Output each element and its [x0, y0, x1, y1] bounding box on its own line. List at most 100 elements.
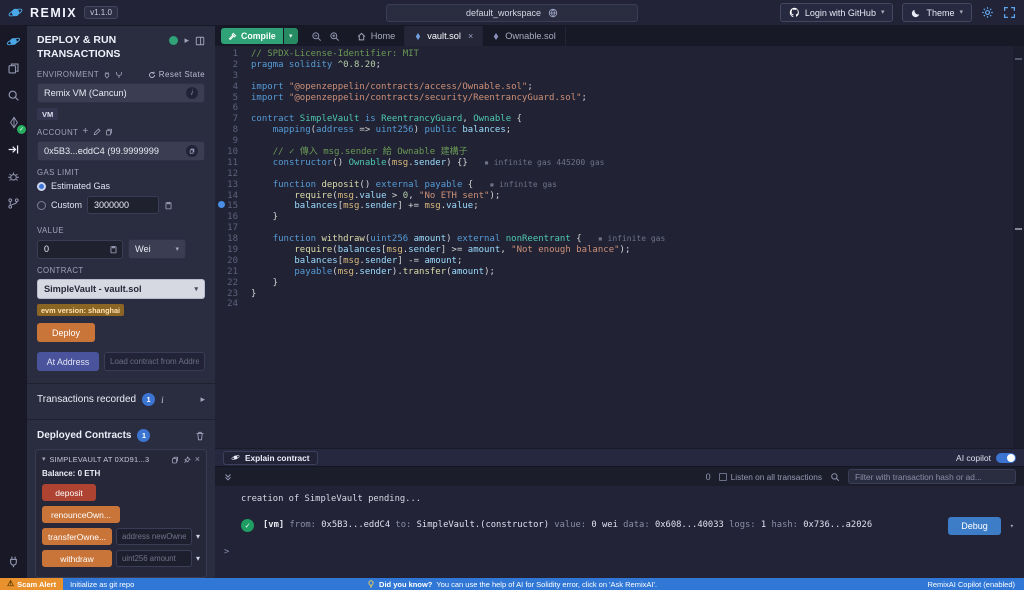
- debug-button[interactable]: Debug: [948, 517, 1001, 535]
- code-line[interactable]: 1// SPDX-License-Identifier: MIT: [215, 49, 1010, 60]
- code-line[interactable]: 3: [215, 71, 1010, 82]
- code-line[interactable]: 17: [215, 223, 1010, 234]
- copy-icon[interactable]: [171, 456, 179, 464]
- code-line[interactable]: 23}: [215, 289, 1010, 300]
- fn-transfer-ownership-button[interactable]: transferOwne...: [42, 528, 112, 546]
- settings-gear-icon[interactable]: [981, 6, 994, 19]
- workspace-selector[interactable]: default_workspace: [386, 3, 638, 22]
- plus-icon[interactable]: +: [82, 127, 88, 137]
- debugger-icon[interactable]: [5, 168, 22, 185]
- code-line[interactable]: 2 pragma solidity ^0.8.20;: [215, 60, 1010, 71]
- transactions-recorded-row[interactable]: Transactions recorded 1 i ▸: [27, 383, 215, 415]
- at-address-input[interactable]: [104, 352, 205, 372]
- expand-log-chevron-icon[interactable]: ▾: [1010, 522, 1014, 530]
- fn-withdraw-button[interactable]: withdraw: [42, 550, 112, 568]
- code-line[interactable]: 5 import "@openzeppelin/contracts/securit…: [215, 93, 1010, 104]
- collapse-chevron-icon[interactable]: ▾: [42, 456, 46, 463]
- value-unit-select[interactable]: Wei ▾: [128, 239, 186, 260]
- editor-scrollbar[interactable]: [1013, 46, 1024, 448]
- deploy-run-icon[interactable]: [5, 141, 22, 158]
- compile-button[interactable]: Compile: [221, 28, 283, 44]
- zoom-in-icon[interactable]: [329, 31, 340, 42]
- code-editor[interactable]: 1// SPDX-License-Identifier: MIT 2 pragma …: [215, 46, 1024, 448]
- code-line[interactable]: 22 }: [215, 278, 1010, 289]
- plug-icon[interactable]: [103, 71, 111, 79]
- explain-contract-button[interactable]: Explain contract: [223, 450, 318, 465]
- account-copy-icon[interactable]: [186, 145, 198, 158]
- fn-renounce-ownership-button[interactable]: renounceOwn...: [42, 506, 120, 524]
- gas-custom-option[interactable]: Custom: [37, 196, 205, 215]
- value-input[interactable]: [38, 244, 96, 255]
- tab-home[interactable]: Home: [348, 26, 406, 46]
- code-line[interactable]: 24: [215, 299, 1010, 310]
- scam-alert[interactable]: ⚠ Scam Alert: [0, 578, 64, 590]
- pin-icon[interactable]: [183, 456, 191, 464]
- contract-select[interactable]: SimpleVault - vault.sol ▾: [37, 279, 205, 300]
- gas-estimated-option[interactable]: Estimated Gas: [37, 181, 205, 191]
- terminal-prompt[interactable]: >: [215, 547, 1024, 557]
- environment-select[interactable]: Remix VM (Cancun) i: [37, 83, 205, 104]
- chevron-down-icon[interactable]: ▾: [196, 532, 200, 541]
- code-line[interactable]: 7 contract SimpleVault is ReentrancyGuard…: [215, 114, 1010, 125]
- transfer-ownership-arg-input[interactable]: [116, 528, 192, 546]
- code-line[interactable]: 18 function withdraw(uint256 amount) ext…: [215, 234, 1010, 245]
- code-line[interactable]: 8 mapping(address => uint256) public bal…: [215, 125, 1010, 136]
- git-init-button[interactable]: Initialize as git repo: [70, 580, 134, 589]
- ai-copilot-toggle[interactable]: [996, 452, 1016, 463]
- balance-label: Balance:: [42, 469, 76, 479]
- solidity-compiler-icon[interactable]: ✓: [5, 114, 26, 134]
- home-icon[interactable]: [5, 33, 22, 50]
- tab-ownable-sol[interactable]: Ownable.sol: [483, 26, 566, 46]
- code-line[interactable]: 9: [215, 136, 1010, 147]
- fork-icon[interactable]: [115, 71, 123, 79]
- gas-limit-input[interactable]: [87, 196, 160, 215]
- reset-state-button[interactable]: Reset State: [148, 70, 205, 79]
- chevron-right-icon[interactable]: ▸: [184, 36, 189, 45]
- breakpoint-dot[interactable]: [218, 201, 225, 208]
- layout-columns-icon[interactable]: [195, 36, 205, 46]
- expand-icon[interactable]: [1003, 6, 1016, 19]
- git-icon[interactable]: [5, 195, 22, 212]
- listen-all-transactions[interactable]: Listen on all transactions: [718, 472, 822, 482]
- code-line[interactable]: 21 payable(msg.sender).transfer(amount);: [215, 267, 1010, 278]
- code-line[interactable]: 14 require(msg.value > 0, "No ETH sent")…: [215, 191, 1010, 202]
- search-icon[interactable]: [5, 87, 22, 104]
- fn-deposit-button[interactable]: deposit: [42, 484, 96, 502]
- info-icon[interactable]: i: [186, 87, 198, 100]
- code-line[interactable]: 13 function deposit() external payable {…: [215, 180, 1010, 191]
- plugin-manager-icon[interactable]: [5, 553, 22, 570]
- terminal-output[interactable]: creation of SimpleVault pending... ✓ [vm…: [215, 486, 1024, 578]
- code-line[interactable]: 20 balances[msg.sender] -= amount;: [215, 256, 1010, 267]
- code-line[interactable]: 10 // ✓ 傳入 msg.sender 給 Ownable 建構子: [215, 147, 1010, 158]
- at-address-button[interactable]: At Address: [37, 352, 99, 372]
- file-explorer-icon[interactable]: [5, 60, 22, 77]
- chevron-down-icon[interactable]: ▾: [196, 554, 200, 563]
- trash-icon[interactable]: [195, 431, 205, 441]
- code-line[interactable]: 16 }: [215, 212, 1010, 223]
- tab-vault-sol[interactable]: vault.sol ×: [405, 26, 484, 46]
- code-line[interactable]: 6: [215, 103, 1010, 114]
- copy-icon[interactable]: [105, 128, 113, 136]
- code-line[interactable]: 19 require(balances[msg.sender] >= amoun…: [215, 245, 1010, 256]
- pencil-icon[interactable]: [93, 128, 101, 136]
- code-line[interactable]: 4 import "@openzeppelin/contracts/access/…: [215, 82, 1010, 93]
- deploy-button[interactable]: Deploy: [37, 323, 95, 343]
- code-line[interactable]: 15 balances[msg.sender] += msg.value;: [215, 201, 1010, 212]
- account-select[interactable]: 0x5B3...eddC4 (99.9999999: [37, 141, 205, 162]
- theme-button[interactable]: Theme ▾: [902, 3, 972, 22]
- close-tab-icon[interactable]: ×: [468, 31, 473, 41]
- zoom-out-icon[interactable]: [311, 31, 322, 42]
- terminal-filter-input[interactable]: [848, 469, 1016, 484]
- withdraw-arg-input[interactable]: [116, 550, 192, 568]
- did-you-know-tip[interactable]: Did you know? You can use the help of AI…: [367, 580, 657, 589]
- code-line[interactable]: 12: [215, 169, 1010, 180]
- clipboard-icon[interactable]: [164, 201, 173, 210]
- transaction-log-row[interactable]: ✓ [vm] from: 0x5B3...eddC4 to: SimpleVau…: [215, 517, 1024, 535]
- close-icon[interactable]: ×: [195, 455, 200, 464]
- login-github-button[interactable]: Login with GitHub ▾: [779, 3, 894, 22]
- compile-options-caret[interactable]: ▾: [283, 28, 298, 44]
- code-line[interactable]: 11 constructor() Ownable(msg.sender) {} …: [215, 158, 1010, 169]
- clipboard-icon[interactable]: [109, 245, 118, 254]
- listen-checkbox[interactable]: [718, 472, 727, 481]
- collapse-terminal-icon[interactable]: [223, 472, 233, 482]
